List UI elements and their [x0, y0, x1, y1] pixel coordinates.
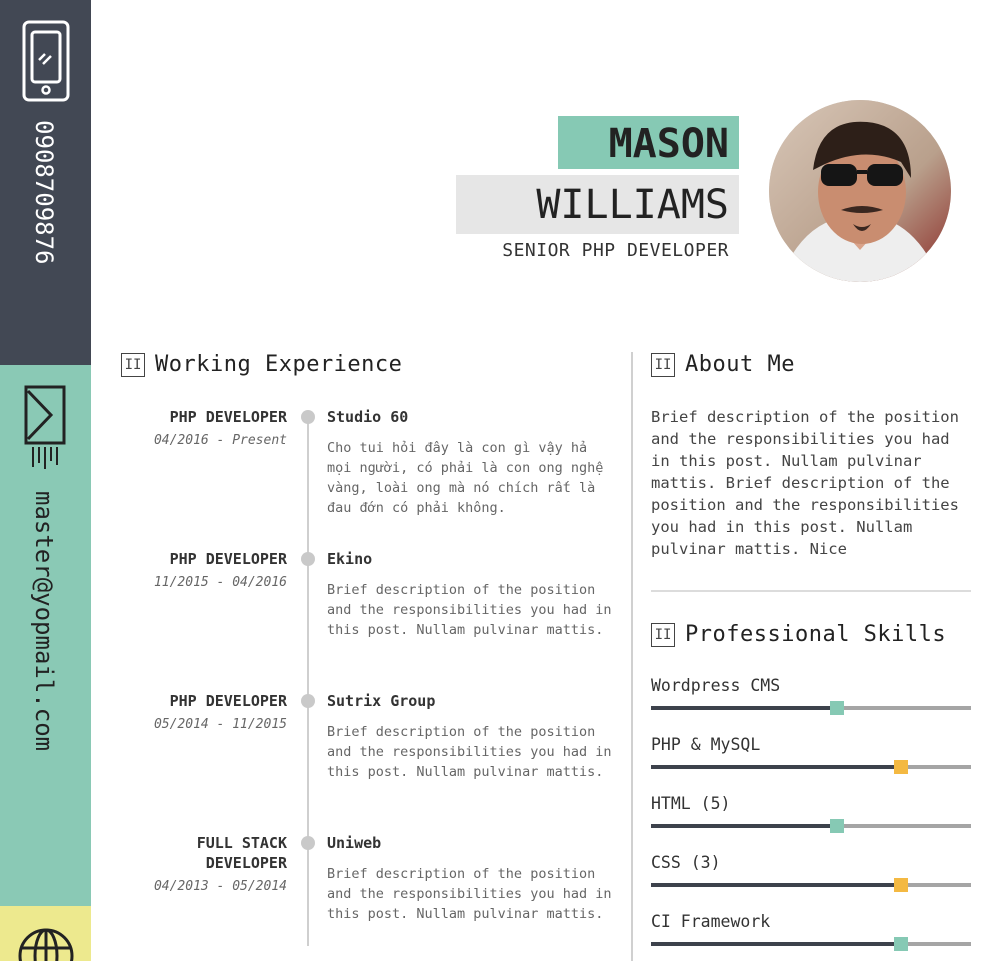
website-block [0, 906, 91, 961]
skill-bar [651, 878, 971, 892]
skill-bar [651, 760, 971, 774]
mail-icon [0, 385, 91, 471]
experience-role: FULL STACK DEVELOPER [196, 834, 287, 872]
skill-name: CI Framework [651, 912, 771, 931]
experience-date: 05/2014 - 11/2015 [153, 717, 287, 732]
timeline-dot [301, 410, 315, 424]
skill-name: CSS (3) [651, 853, 721, 872]
skill-level-marker [829, 819, 844, 833]
skill-bar [651, 819, 971, 833]
phone-icon [0, 20, 91, 102]
experience-company: Ekino [327, 550, 373, 568]
skill-bar-fill [651, 765, 901, 769]
experience-role: PHP DEVELOPER [169, 550, 287, 568]
skill-bar [651, 937, 971, 951]
skill-bar-fill [651, 883, 901, 887]
phone-block: 0908709876 [0, 0, 91, 365]
skill-item: Wordpress CMS [651, 676, 971, 715]
phone-number[interactable]: 0908709876 [30, 120, 58, 265]
skill-bar [651, 701, 971, 715]
first-name: MASON [558, 116, 739, 169]
email-address[interactable]: master@yopmail.com [30, 491, 58, 751]
globe-icon [0, 926, 91, 961]
column-divider [631, 352, 633, 961]
experience-date: 04/2013 - 05/2014 [153, 879, 287, 894]
experience-company: Studio 60 [327, 408, 409, 426]
timeline-dot [301, 836, 315, 850]
skill-item: HTML (5) [651, 794, 971, 833]
timeline-dot [301, 552, 315, 566]
skill-name: Wordpress CMS [651, 676, 781, 695]
skill-level-marker [893, 760, 908, 774]
experience-role: PHP DEVELOPER [169, 692, 287, 710]
skill-bar-fill [651, 942, 901, 946]
job-title: SENIOR PHP DEVELOPER [502, 240, 729, 261]
section-marker-icon: II [651, 352, 675, 377]
last-name: WILLIAMS [456, 175, 739, 234]
about-title: About Me [685, 352, 795, 377]
experience-date: 04/2016 - Present [153, 433, 287, 448]
timeline-line [307, 418, 309, 946]
skill-item: CSS (3) [651, 853, 971, 892]
skill-item: CI Framework [651, 912, 971, 951]
experience-company: Uniweb [327, 834, 382, 852]
experience-role: PHP DEVELOPER [169, 408, 287, 426]
section-divider [651, 590, 971, 592]
section-marker-icon: II [121, 352, 145, 377]
section-marker-icon: II [651, 622, 675, 647]
skill-bar-fill [651, 706, 837, 710]
experience-title: Working Experience [155, 352, 403, 377]
experience-company: Sutrix Group [327, 692, 436, 710]
skill-level-marker [829, 701, 844, 715]
email-block: master@yopmail.com [0, 365, 91, 906]
skill-name: PHP & MySQL [651, 735, 761, 754]
experience-date: 11/2015 - 04/2016 [153, 575, 287, 590]
skills-title: Professional Skills [685, 622, 947, 647]
experience-heading: II Working Experience [121, 352, 402, 377]
contact-sidebar: 0908709876 master@yopmail.com [0, 0, 91, 961]
experience-description: Brief description of the position and th… [327, 866, 612, 922]
skills-heading: II Professional Skills [651, 622, 946, 647]
profile-photo [769, 100, 951, 282]
experience-description: Cho tui hỏi đây là con gì vậy hả mọi ngư… [327, 440, 604, 516]
skill-item: PHP & MySQL [651, 735, 971, 774]
skill-name: HTML (5) [651, 794, 731, 813]
skill-bar-fill [651, 824, 837, 828]
skill-level-marker [893, 878, 908, 892]
skill-level-marker [893, 937, 908, 951]
experience-description: Brief description of the position and th… [327, 582, 612, 638]
about-heading: II About Me [651, 352, 795, 377]
about-description: Brief description of the position and th… [651, 408, 959, 558]
timeline-dot [301, 694, 315, 708]
experience-description: Brief description of the position and th… [327, 724, 612, 780]
